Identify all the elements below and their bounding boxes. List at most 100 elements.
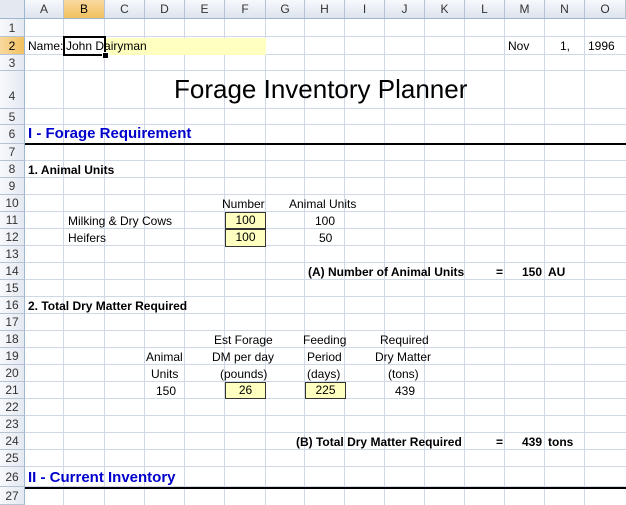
section-2-rule <box>25 487 626 489</box>
column-header-h[interactable]: H <box>305 0 345 19</box>
column-header-o[interactable]: O <box>585 0 626 19</box>
heifers-number-input[interactable]: 100 <box>225 229 266 247</box>
row-header-9[interactable]: 9 <box>0 178 25 195</box>
column-header-f[interactable]: F <box>225 0 266 19</box>
forage-header-1: Est Forage <box>214 333 273 347</box>
animal-units-col-header: Animal Units <box>289 197 357 211</box>
row-header-13[interactable]: 13 <box>0 246 25 263</box>
column-header-e[interactable]: E <box>185 0 225 19</box>
required-header-1: Required <box>380 333 429 347</box>
row-header-12[interactable]: 12 <box>0 229 25 246</box>
required-dm-value: 439 <box>395 384 416 398</box>
heifers-label: Heifers <box>68 231 107 245</box>
row-header-26[interactable]: 26 <box>0 467 25 487</box>
gridline-horizontal <box>25 415 626 416</box>
gridline-horizontal <box>25 466 626 467</box>
gridline-horizontal <box>25 432 626 433</box>
fill-handle[interactable] <box>102 52 109 59</box>
gridline-horizontal <box>25 194 626 195</box>
section-1-title: I - Forage Requirement <box>28 125 192 142</box>
gridline-horizontal <box>25 108 626 109</box>
animal-units-heading: 1. Animal Units <box>28 163 115 177</box>
gridline-horizontal <box>25 262 626 263</box>
row-header-18[interactable]: 18 <box>0 331 25 348</box>
required-header-3: (tons) <box>388 367 419 381</box>
required-header-2: Dry Matter <box>375 350 432 364</box>
column-header-m[interactable]: M <box>505 0 545 19</box>
column-header-k[interactable]: K <box>425 0 465 19</box>
gridline-horizontal <box>25 70 626 71</box>
row-header-6[interactable]: 6 <box>0 125 25 144</box>
name-label: Name: <box>28 39 64 53</box>
period-header-3: (days) <box>307 367 341 381</box>
gridline-horizontal <box>25 160 626 161</box>
forage-header-3: (pounds) <box>220 367 268 381</box>
gridline-horizontal <box>25 177 626 178</box>
milking-cows-number-input[interactable]: 100 <box>225 212 266 229</box>
milking-cows-units: 100 <box>315 214 336 228</box>
row-header-10[interactable]: 10 <box>0 195 25 212</box>
column-header-i[interactable]: I <box>345 0 385 19</box>
number-col-header: Number <box>222 197 265 211</box>
row-header-25[interactable]: 25 <box>0 450 25 467</box>
forage-header-2: DM per day <box>212 350 275 364</box>
date-day[interactable]: 1, <box>560 38 570 54</box>
animal-header-2: Units <box>151 367 179 381</box>
forage-per-day-input[interactable]: 26 <box>225 382 266 399</box>
row-header-8[interactable]: 8 <box>0 161 25 178</box>
milking-cows-label: Milking & Dry Cows <box>68 214 173 228</box>
animal-units-total-unit: AU <box>548 265 566 279</box>
row-header-19[interactable]: 19 <box>0 348 25 365</box>
row-header-11[interactable]: 11 <box>0 212 25 229</box>
date-year[interactable]: 1996 <box>588 38 615 54</box>
column-header-j[interactable]: J <box>385 0 425 19</box>
row-header-16[interactable]: 16 <box>0 297 25 314</box>
animal-units-total-label: (A) Number of Animal Units <box>308 265 465 279</box>
row-header-14[interactable]: 14 <box>0 263 25 280</box>
date-month[interactable]: Nov <box>508 38 529 54</box>
row-header-27[interactable]: 27 <box>0 487 25 505</box>
period-header-2: Period <box>307 350 342 364</box>
row-header-17[interactable]: 17 <box>0 314 25 331</box>
section-1-rule <box>25 143 626 145</box>
active-cell-cursor[interactable] <box>63 36 106 56</box>
dry-matter-total-unit: tons <box>548 435 574 449</box>
gridline-horizontal <box>25 330 626 331</box>
dry-matter-total-value: 439 <box>522 435 543 449</box>
row-header-20[interactable]: 20 <box>0 365 25 382</box>
dm-animal-units-value: 150 <box>156 384 177 398</box>
spreadsheet-grid[interactable]: A B C D E F G H I J K L M N O 1 2 3 4 5 … <box>0 0 626 505</box>
animal-units-equals: = <box>496 265 504 279</box>
gridline-horizontal <box>25 36 626 37</box>
row-header-23[interactable]: 23 <box>0 416 25 433</box>
animal-header-1: Animal <box>146 350 183 364</box>
feeding-period-input[interactable]: 225 <box>305 382 346 399</box>
column-header-c[interactable]: C <box>105 0 145 19</box>
row-header-3[interactable]: 3 <box>0 55 25 71</box>
column-header-d[interactable]: D <box>145 0 185 19</box>
row-header-7[interactable]: 7 <box>0 144 25 161</box>
period-header-1: Feeding <box>303 333 347 347</box>
heifers-units: 50 <box>319 231 333 245</box>
row-header-2[interactable]: 2 <box>0 37 25 55</box>
gridline-horizontal <box>25 296 626 297</box>
section-2-title: II - Current Inventory <box>28 469 176 486</box>
row-header-22[interactable]: 22 <box>0 399 25 416</box>
column-header-g[interactable]: G <box>266 0 305 19</box>
page-title: Forage Inventory Planner <box>174 74 468 104</box>
column-header-n[interactable]: N <box>545 0 585 19</box>
animal-units-total-value: 150 <box>522 265 543 279</box>
row-header-15[interactable]: 15 <box>0 280 25 297</box>
column-header-a[interactable]: A <box>25 0 64 19</box>
dry-matter-total-label: (B) Total Dry Matter Required <box>296 435 462 449</box>
row-header-5[interactable]: 5 <box>0 109 25 125</box>
row-header-24[interactable]: 24 <box>0 433 25 450</box>
column-header-b[interactable]: B <box>64 0 105 19</box>
select-all-corner[interactable] <box>0 0 25 19</box>
row-header-1[interactable]: 1 <box>0 19 25 37</box>
column-header-l[interactable]: L <box>465 0 505 19</box>
row-header-4[interactable]: 4 <box>0 71 25 109</box>
dry-matter-heading: 2. Total Dry Matter Required <box>28 299 188 313</box>
row-header-21[interactable]: 21 <box>0 382 25 399</box>
dry-matter-equals: = <box>496 435 504 449</box>
